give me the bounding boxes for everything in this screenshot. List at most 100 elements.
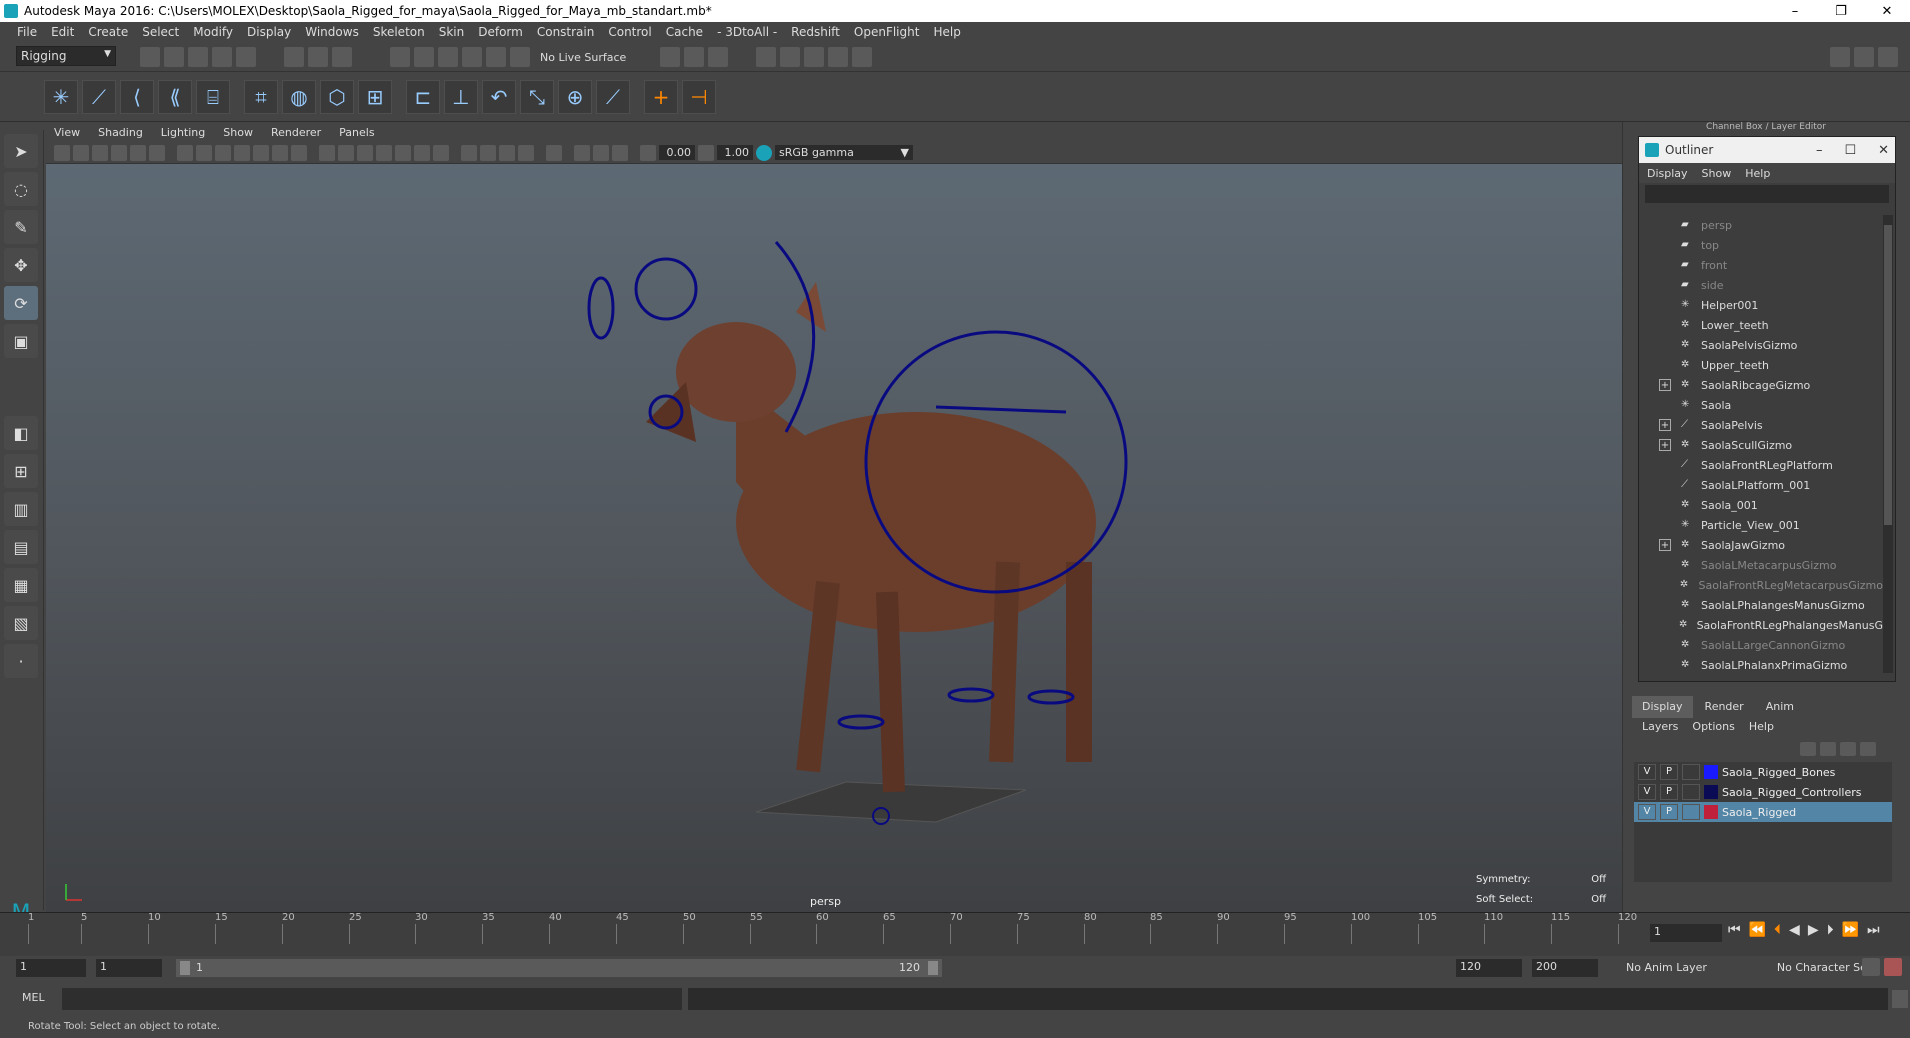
tab-display[interactable]: Display xyxy=(1632,696,1693,718)
layer-visibility-toggle[interactable]: V xyxy=(1638,784,1656,800)
snap-grid-icon[interactable] xyxy=(390,47,410,67)
new-scene-icon[interactable] xyxy=(140,47,160,67)
field-chart-icon[interactable] xyxy=(253,144,269,161)
range-slider-handle-right[interactable] xyxy=(928,961,938,975)
2d-pan-zoom-icon[interactable] xyxy=(130,144,146,161)
layer-type-toggle[interactable] xyxy=(1682,764,1700,780)
controller-front-foot-l[interactable] xyxy=(837,714,885,730)
use-all-lights-icon[interactable] xyxy=(414,144,430,161)
outliner-maximize-button[interactable]: ☐ xyxy=(1844,143,1856,158)
range-start-field[interactable]: 1 xyxy=(16,959,86,977)
layout-side-icon[interactable]: ▥ xyxy=(4,492,38,526)
mode-selector[interactable]: Rigging ▼ xyxy=(16,46,116,66)
construction-history-icon[interactable] xyxy=(684,47,705,67)
outliner-item[interactable]: + ✲ SaolaJawGizmo xyxy=(1639,535,1883,555)
layer-type-toggle[interactable] xyxy=(1682,804,1700,820)
outliner-item[interactable]: ▰ persp xyxy=(1639,215,1883,235)
layer-row[interactable]: V P Saola_Rigged_Bones xyxy=(1634,762,1892,782)
layer-visibility-toggle[interactable]: V xyxy=(1638,804,1656,820)
cluster-icon[interactable]: ⌗ xyxy=(244,80,278,114)
lasso-tool-icon[interactable]: ◌ xyxy=(4,172,38,206)
render-settings-icon[interactable] xyxy=(708,47,729,67)
outliner-item[interactable]: ⟋ SaolaFrontRLegPlatform xyxy=(1639,455,1883,475)
redo-icon[interactable] xyxy=(236,47,256,67)
layer-menu-layers[interactable]: Layers xyxy=(1642,720,1678,738)
outliner-item[interactable]: + ⟋ SaolaPelvis xyxy=(1639,415,1883,435)
restore-button[interactable]: ❐ xyxy=(1818,4,1864,19)
outliner-item[interactable]: ✳ Saola xyxy=(1639,395,1883,415)
menu-windows[interactable]: Windows xyxy=(298,25,366,39)
layer-row[interactable]: V P Saola_Rigged_Controllers xyxy=(1634,782,1892,802)
outliner-item[interactable]: ✲ Lower_teeth xyxy=(1639,315,1883,335)
render-view-icon[interactable] xyxy=(756,47,777,67)
animation-end-field[interactable]: 200 xyxy=(1532,959,1598,977)
outliner-item[interactable]: ✲ SaolaLPhalangesManusGizmo xyxy=(1639,595,1883,615)
vp-menu-show[interactable]: Show xyxy=(223,126,253,139)
custom-layout-icon[interactable]: · xyxy=(4,644,38,678)
layer-playback-toggle[interactable]: P xyxy=(1660,784,1678,800)
tab-render[interactable]: Render xyxy=(1695,696,1754,718)
wrap-deformer-icon[interactable]: ⬡ xyxy=(320,80,354,114)
paint-select-icon[interactable]: ✎ xyxy=(4,210,38,244)
step-back-frame-icon[interactable]: ⏴ xyxy=(1774,922,1781,938)
resolution-gate-icon[interactable] xyxy=(215,144,231,161)
safe-title-icon[interactable] xyxy=(291,144,307,161)
gamma-icon[interactable] xyxy=(698,144,714,161)
outliner-item[interactable]: ✲ SaolaLPhalanxPrimaGizmo xyxy=(1639,655,1883,673)
animation-prefs-icon[interactable] xyxy=(1884,958,1902,976)
attribute-editor-icon[interactable] xyxy=(1854,47,1874,67)
smooth-shade-icon[interactable] xyxy=(338,144,354,161)
shadows-icon[interactable] xyxy=(433,144,449,161)
isolate-select-icon[interactable] xyxy=(546,144,562,161)
play-forward-icon[interactable]: ▶ xyxy=(1808,922,1819,938)
controller-ear-ring[interactable] xyxy=(587,276,615,340)
menu-cache[interactable]: Cache xyxy=(659,25,710,39)
play-backward-icon[interactable]: ◀ xyxy=(1789,922,1800,938)
minimize-button[interactable]: – xyxy=(1772,4,1818,19)
snap-curve-icon[interactable] xyxy=(414,47,434,67)
redshift-icon[interactable] xyxy=(852,47,873,67)
outliner-item[interactable]: ✲ SaolaFrontRLegPhalangesManusG xyxy=(1639,615,1883,635)
single-view-icon[interactable]: ◧ xyxy=(4,416,38,450)
expand-icon[interactable]: + xyxy=(1659,419,1671,431)
menu-redshift[interactable]: Redshift xyxy=(784,25,847,39)
step-forward-key-icon[interactable]: ⏩ xyxy=(1842,922,1859,938)
save-scene-icon[interactable] xyxy=(188,47,208,67)
auto-key-icon[interactable] xyxy=(1862,958,1880,976)
outliner-item[interactable]: ▰ top xyxy=(1639,235,1883,255)
outliner-item[interactable]: ✳ Helper001 xyxy=(1639,295,1883,315)
input-ops-icon[interactable] xyxy=(660,47,681,67)
expand-icon[interactable]: + xyxy=(1659,439,1671,451)
menu-file[interactable]: File xyxy=(10,25,44,39)
outliner-search-input[interactable] xyxy=(1645,185,1889,203)
expand-icon[interactable]: + xyxy=(1659,379,1671,391)
menu-skin[interactable]: Skin xyxy=(432,25,472,39)
saola-head[interactable] xyxy=(676,322,796,422)
new-layer-icon[interactable] xyxy=(1840,742,1856,756)
camera-attributes-icon[interactable] xyxy=(73,144,89,161)
outliner-close-button[interactable]: ✕ xyxy=(1878,143,1889,158)
script-editor-icon[interactable] xyxy=(1892,990,1908,1008)
pole-vector-icon[interactable]: ⟋ xyxy=(596,80,630,114)
anim-layer-select[interactable]: No Anim Layer xyxy=(1626,961,1707,974)
outliner-item[interactable]: + ✲ SaolaScullGizmo xyxy=(1639,435,1883,455)
skin-bind-icon[interactable]: ⌸ xyxy=(196,80,230,114)
outliner-item[interactable]: ✲ Upper_teeth xyxy=(1639,355,1883,375)
layer-visibility-toggle[interactable]: V xyxy=(1638,764,1656,780)
layer-type-toggle[interactable] xyxy=(1682,784,1700,800)
image-plane-icon[interactable] xyxy=(111,144,127,161)
controller-spine[interactable] xyxy=(935,405,1067,414)
layer-playback-toggle[interactable]: P xyxy=(1660,804,1678,820)
undo-icon[interactable] xyxy=(212,47,232,67)
open-scene-icon[interactable] xyxy=(164,47,184,67)
outliner-menu-display[interactable]: Display xyxy=(1647,167,1688,180)
layer-color-swatch[interactable] xyxy=(1704,765,1718,779)
vp-menu-panels[interactable]: Panels xyxy=(339,126,374,139)
menu-deform[interactable]: Deform xyxy=(471,25,530,39)
menu-openflight[interactable]: OpenFlight xyxy=(847,25,927,39)
outliner-scrollbar[interactable] xyxy=(1883,215,1893,673)
playback-end-field[interactable]: 120 xyxy=(1456,959,1522,977)
outliner-minimize-button[interactable]: – xyxy=(1816,143,1823,158)
snap-magnet-icon[interactable] xyxy=(510,47,530,67)
modeling-toolkit-icon[interactable] xyxy=(1830,47,1850,67)
